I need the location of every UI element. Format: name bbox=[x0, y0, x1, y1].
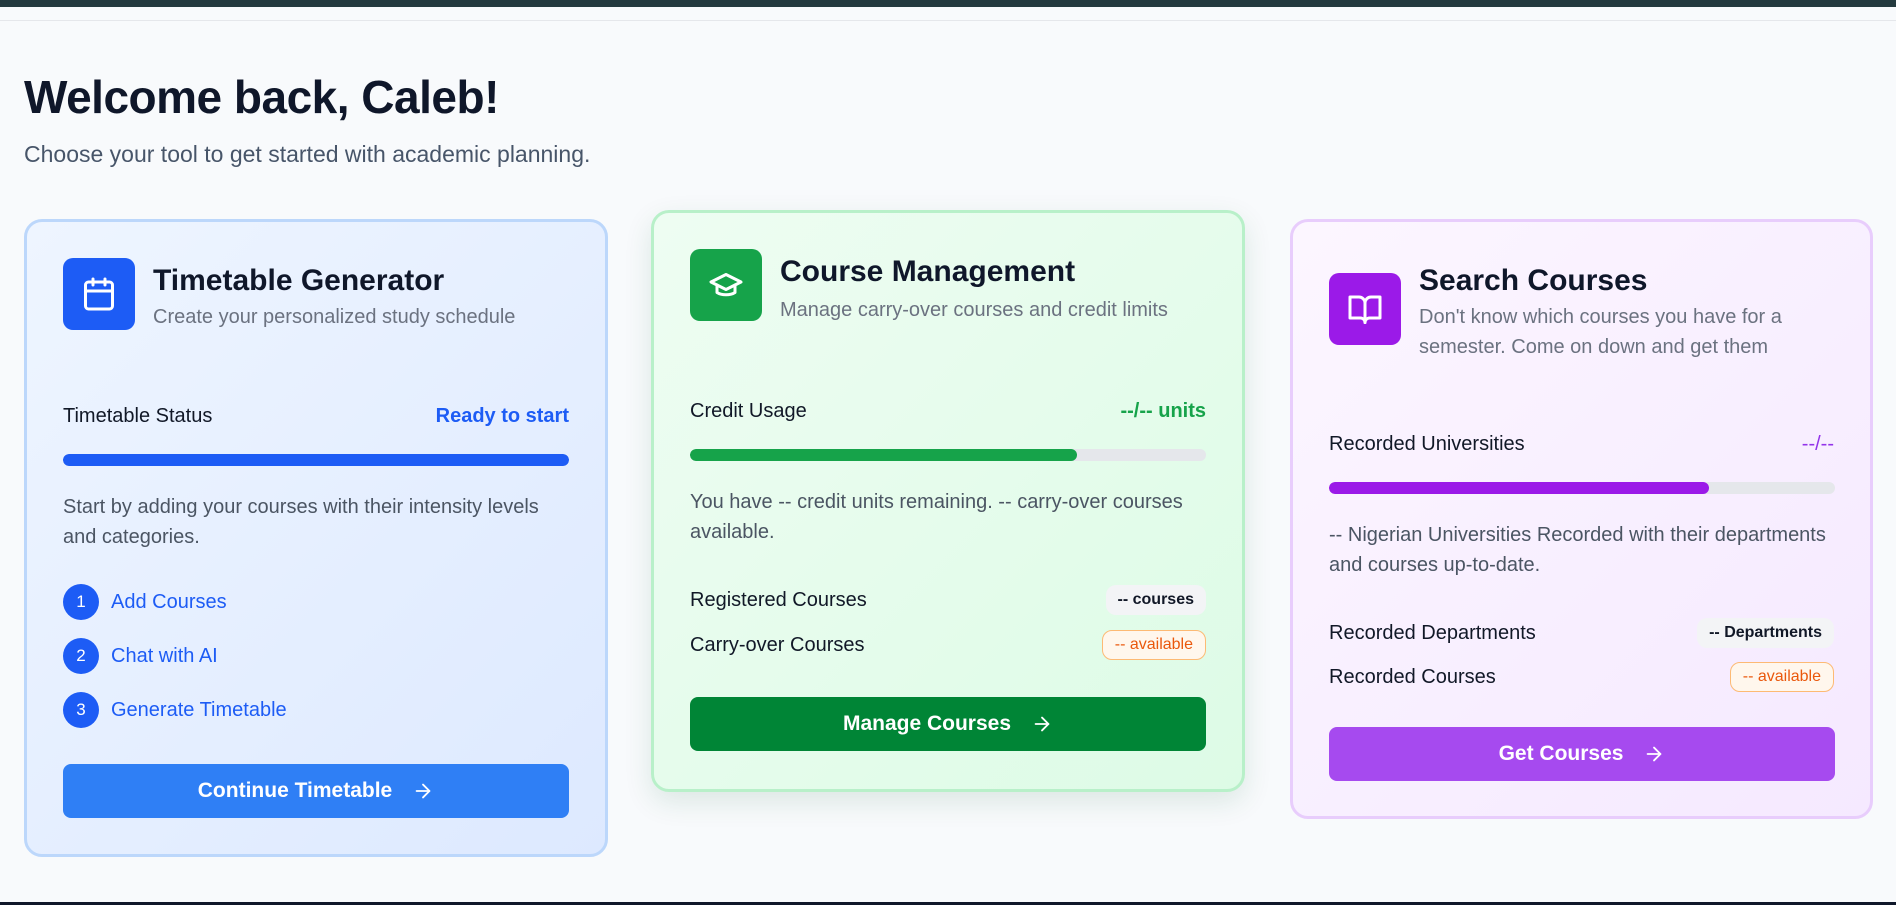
get-courses-button[interactable]: Get Courses bbox=[1329, 727, 1835, 781]
step-number: 3 bbox=[63, 692, 99, 728]
carry-over-badge: -- available bbox=[1101, 630, 1206, 660]
arrow-right-icon bbox=[1031, 713, 1053, 735]
step-label[interactable]: Generate Timetable bbox=[111, 699, 287, 722]
button-label: Manage Courses bbox=[842, 712, 1012, 735]
registered-courses-label: Registered Courses bbox=[690, 589, 867, 611]
recorded-courses-badge: -- available bbox=[1729, 662, 1834, 692]
course-management-card: Course Management Manage carry-over cour… bbox=[651, 210, 1245, 792]
universities-progress-bar bbox=[1329, 482, 1835, 494]
book-open-icon bbox=[1329, 273, 1401, 345]
step-number: 2 bbox=[63, 638, 99, 674]
manage-courses-button[interactable]: Manage Courses bbox=[690, 697, 1206, 751]
page-subtitle: Choose your tool to get started with aca… bbox=[24, 141, 591, 167]
card-paragraph: Start by adding your courses with their … bbox=[63, 496, 539, 548]
page-title: Welcome back, Caleb! bbox=[24, 71, 499, 123]
card-title: Course Management bbox=[780, 255, 1076, 288]
button-label: Get Courses bbox=[1498, 742, 1624, 765]
card-description: Manage carry-over courses and credit lim… bbox=[780, 299, 1168, 321]
progress-fill bbox=[1329, 482, 1709, 494]
timetable-progress-bar bbox=[63, 454, 569, 466]
button-label: Continue Timetable bbox=[197, 779, 393, 802]
recorded-universities-value: --/-- bbox=[1801, 433, 1834, 455]
graduation-cap-icon bbox=[690, 249, 762, 321]
step-generate-timetable[interactable]: 3 Generate Timetable bbox=[63, 692, 287, 728]
timetable-card: Timetable Generator Create your personal… bbox=[24, 219, 608, 857]
progress-fill bbox=[63, 454, 569, 466]
header-divider bbox=[0, 20, 1896, 21]
step-label[interactable]: Add Courses bbox=[111, 591, 227, 614]
step-add-courses[interactable]: 1 Add Courses bbox=[63, 584, 227, 620]
card-description: Don't know which courses you have for a … bbox=[1419, 306, 1782, 358]
calendar-icon bbox=[63, 258, 135, 330]
card-paragraph: You have -- credit units remaining. -- c… bbox=[690, 491, 1183, 543]
progress-fill bbox=[690, 449, 1077, 461]
step-number: 1 bbox=[63, 584, 99, 620]
recorded-departments-badge: -- Departments bbox=[1697, 618, 1834, 648]
search-courses-card: Search Courses Don't know which courses … bbox=[1290, 219, 1873, 819]
recorded-universities-label: Recorded Universities bbox=[1329, 433, 1525, 455]
credit-progress-bar bbox=[690, 449, 1206, 461]
credit-usage-label: Credit Usage bbox=[690, 400, 807, 422]
card-title: Timetable Generator bbox=[153, 264, 445, 297]
status-value: Ready to start bbox=[435, 405, 569, 427]
card-title: Search Courses bbox=[1419, 264, 1648, 297]
top-bar bbox=[0, 0, 1896, 7]
arrow-right-icon bbox=[1643, 743, 1665, 765]
registered-courses-badge: -- courses bbox=[1105, 585, 1206, 615]
card-description: Create your personalized study schedule bbox=[153, 306, 516, 328]
status-label: Timetable Status bbox=[63, 405, 213, 427]
step-chat-with-ai[interactable]: 2 Chat with AI bbox=[63, 638, 218, 674]
recorded-courses-label: Recorded Courses bbox=[1329, 666, 1496, 688]
continue-timetable-button[interactable]: Continue Timetable bbox=[63, 764, 569, 818]
credit-usage-value: --/-- units bbox=[1120, 400, 1206, 422]
card-paragraph: -- Nigerian Universities Recorded with t… bbox=[1329, 524, 1826, 576]
carry-over-courses-label: Carry-over Courses bbox=[690, 634, 865, 656]
recorded-departments-label: Recorded Departments bbox=[1329, 622, 1536, 644]
step-label[interactable]: Chat with AI bbox=[111, 645, 218, 668]
arrow-right-icon bbox=[412, 780, 434, 802]
